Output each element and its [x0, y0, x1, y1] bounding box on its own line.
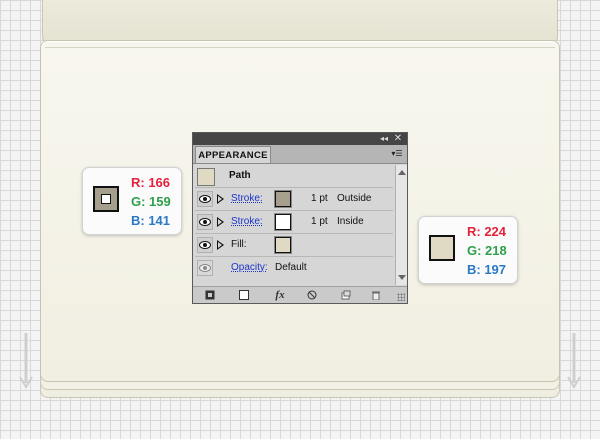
eye-icon[interactable]	[197, 260, 213, 276]
panel-footer-toolbar: fx	[193, 286, 407, 303]
appearance-list: Path Stroke: 1 pt Outside Stroke: 1 pt I…	[195, 165, 393, 285]
left-blue-value: B: 141	[131, 213, 171, 228]
left-color-swatch	[93, 186, 119, 212]
appearance-panel: ◂◂ ✕ APPEARANCE ▾☰ Path Stroke: 1 pt Out…	[192, 132, 408, 304]
eye-icon[interactable]	[197, 191, 213, 207]
scroll-up-arrow-icon[interactable]	[398, 170, 406, 175]
stroke-weight: 1 pt	[311, 216, 328, 227]
stroke-swatch-inside[interactable]	[274, 213, 292, 231]
eye-icon[interactable]	[197, 214, 213, 230]
right-color-card: R: 224 G: 218 B: 197	[418, 216, 518, 284]
panel-titlebar[interactable]: ◂◂ ✕	[193, 133, 407, 145]
resize-grip-icon[interactable]	[397, 293, 405, 301]
fill-label: Fill:	[231, 239, 247, 250]
panel-menu-icon[interactable]: ▾☰	[390, 148, 404, 160]
expand-triangle-icon[interactable]	[217, 240, 224, 250]
right-down-arrow-icon	[567, 333, 581, 389]
stroke-weight: 1 pt	[311, 193, 328, 204]
expand-triangle-icon[interactable]	[217, 194, 224, 204]
right-green-value: G: 218	[467, 243, 507, 258]
right-rgb-values: R: 224 G: 218 B: 197	[467, 222, 507, 279]
list-item-path[interactable]: Path	[195, 165, 393, 188]
add-new-stroke-icon[interactable]	[203, 288, 217, 301]
panel-tab-strip: APPEARANCE ▾☰	[193, 145, 407, 164]
list-item-stroke-outside[interactable]: Stroke: 1 pt Outside	[195, 188, 393, 211]
stroke-link[interactable]: Stroke:	[231, 216, 263, 227]
right-red-value: R: 224	[467, 224, 507, 239]
expand-triangle-icon[interactable]	[217, 217, 224, 227]
stroke-link[interactable]: Stroke:	[231, 193, 263, 204]
clear-appearance-icon[interactable]	[305, 288, 319, 301]
path-thumbnail	[197, 168, 215, 186]
opacity-value: Default	[275, 262, 307, 273]
left-rgb-values: R: 166 G: 159 B: 141	[131, 173, 171, 230]
right-color-swatch	[429, 235, 455, 261]
stroke-swatch-outside[interactable]	[274, 190, 292, 208]
close-icon[interactable]: ✕	[392, 133, 404, 145]
scroll-down-arrow-icon[interactable]	[398, 275, 406, 280]
opacity-link[interactable]: Opacity:	[231, 262, 268, 273]
left-color-card: R: 166 G: 159 B: 141	[82, 167, 182, 235]
object-label: Path	[229, 170, 251, 181]
left-down-arrow-icon	[19, 333, 33, 389]
inner-white-square	[101, 194, 111, 204]
stroke-align: Outside	[337, 193, 372, 204]
paper-edge-line	[45, 47, 555, 48]
add-new-effect-fx-icon[interactable]: fx	[273, 288, 287, 301]
eye-icon[interactable]	[197, 237, 213, 253]
stroke-align: Inside	[337, 216, 364, 227]
double-chevron-icon[interactable]: ◂◂	[378, 133, 390, 145]
tab-appearance[interactable]: APPEARANCE	[195, 146, 271, 163]
add-new-fill-icon[interactable]	[237, 288, 251, 301]
list-item-stroke-inside[interactable]: Stroke: 1 pt Inside	[195, 211, 393, 234]
delete-item-icon[interactable]	[369, 288, 383, 301]
left-red-value: R: 166	[131, 175, 171, 190]
duplicate-item-icon[interactable]	[339, 288, 353, 301]
left-green-value: G: 159	[131, 194, 171, 209]
panel-scrollbar[interactable]	[395, 165, 407, 285]
list-item-opacity[interactable]: Opacity: Default	[195, 257, 393, 280]
right-blue-value: B: 197	[467, 262, 507, 277]
paper-top-flap	[42, 0, 558, 43]
fill-swatch[interactable]	[274, 236, 292, 254]
list-item-fill[interactable]: Fill:	[195, 234, 393, 257]
